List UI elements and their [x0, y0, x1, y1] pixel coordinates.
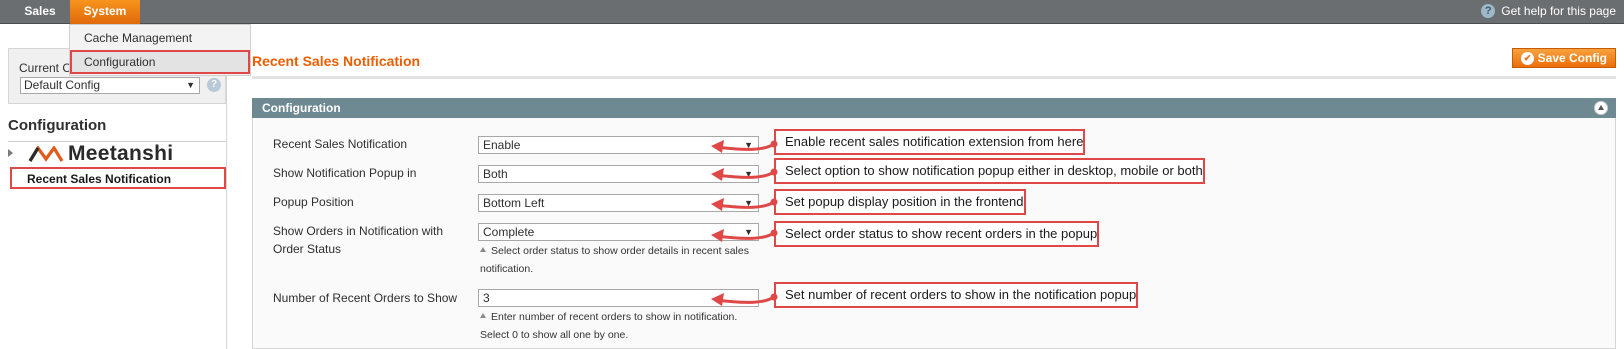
note-order-count-text: Enter number of recent orders to show in… [480, 311, 738, 341]
field-label-enable: Recent Sales Notification [273, 137, 408, 151]
select-popup-position-value: Bottom Left [483, 196, 545, 210]
select-popup-in[interactable]: Both ▼ [478, 165, 759, 183]
section-title: Configuration [262, 101, 341, 115]
caret-down-icon: ▼ [744, 169, 753, 179]
top-nav: Sales System ? Get help for this page [0, 0, 1624, 24]
note-triangle-icon [480, 312, 486, 318]
note-order-status-text: Select order status to show order detail… [480, 245, 749, 275]
caret-down-icon: ▼ [744, 140, 753, 150]
select-order-status-value: Complete [483, 225, 535, 239]
meetanshi-logo-icon [28, 146, 64, 162]
field-label-order-count: Number of Recent Orders to Show [273, 291, 458, 305]
title-divider [252, 76, 1616, 79]
scope-value: Default Config [24, 78, 101, 92]
field-label-order-status: Show Orders in Notification with Order S… [273, 224, 444, 256]
caret-right-icon [8, 149, 13, 157]
input-order-count[interactable]: 3 [478, 289, 759, 307]
section-header[interactable]: Configuration [252, 98, 1616, 118]
sidebar-group-label: Meetanshi [68, 142, 174, 165]
menu-item-cache-management[interactable]: Cache Management [70, 26, 250, 50]
field-label-popup-position: Popup Position [273, 195, 354, 209]
callout-popup-position: Set popup display position in the fronte… [774, 189, 1026, 215]
help-label: Get help for this page [1501, 4, 1616, 18]
menu-item-configuration[interactable]: Configuration [70, 50, 250, 74]
scope-label: Current C [19, 61, 72, 75]
system-menu: Cache Management Configuration [69, 24, 251, 76]
sidebar-group-meetanshi[interactable]: Meetanshi [8, 143, 226, 165]
note-order-status: Select order status to show order detail… [480, 242, 750, 278]
callout-enable: Enable recent sales notification extensi… [774, 129, 1086, 155]
note-triangle-icon [480, 246, 486, 252]
checkmark-icon: ✔ [1521, 52, 1534, 65]
sidebar-item-recent-sales-notification[interactable]: Recent Sales Notification [10, 167, 226, 189]
nav-system[interactable]: System [70, 0, 140, 24]
save-config-button[interactable]: ✔ Save Config [1512, 48, 1616, 68]
note-order-count: Enter number of recent orders to show in… [480, 308, 750, 344]
field-label-popup-in: Show Notification Popup in [273, 166, 417, 180]
caret-down-icon: ▼ [186, 80, 195, 90]
collapse-icon[interactable] [1594, 101, 1608, 115]
callout-order-count: Set number of recent orders to show in t… [774, 282, 1139, 308]
nav-sales[interactable]: Sales [0, 0, 80, 24]
callout-popup-in: Select option to show notification popup… [774, 158, 1205, 184]
save-config-label: Save Config [1537, 51, 1607, 65]
select-popup-position[interactable]: Bottom Left ▼ [478, 194, 759, 212]
page-title: Recent Sales Notification [252, 53, 421, 69]
callout-order-status: Select order status to show recent order… [774, 221, 1100, 247]
select-popup-in-value: Both [483, 167, 508, 181]
caret-down-icon: ▼ [744, 227, 753, 237]
scope-select[interactable]: Default Config ▼ [20, 77, 200, 94]
scope-help-icon[interactable]: ? [207, 78, 221, 92]
select-enable[interactable]: Enable ▼ [478, 136, 759, 154]
caret-down-icon: ▼ [744, 198, 753, 208]
help-link[interactable]: ? Get help for this page [1481, 0, 1616, 24]
select-order-status[interactable]: Complete ▼ [478, 223, 759, 241]
help-icon: ? [1481, 3, 1496, 18]
sidebar-title: Configuration [8, 117, 107, 134]
select-enable-value: Enable [483, 138, 521, 152]
